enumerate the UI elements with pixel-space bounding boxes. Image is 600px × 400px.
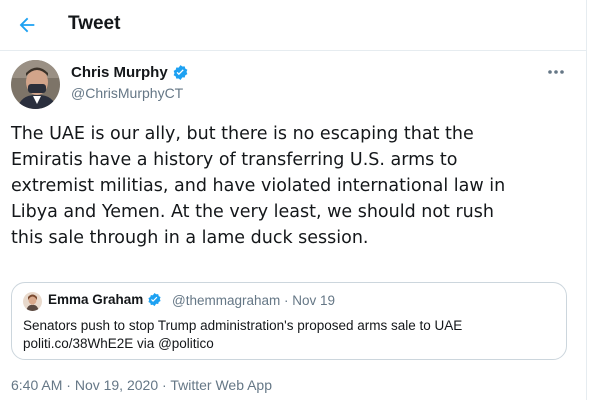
profile-photo — [11, 60, 60, 109]
author-name[interactable]: Chris Murphy — [71, 64, 189, 81]
verified-badge-icon — [147, 292, 162, 307]
quote-author-handle: @themmagraham — [172, 293, 281, 308]
page-title: Tweet — [68, 13, 121, 34]
tweet-text-line: this sale through in a lame duck session… — [11, 228, 369, 248]
tweet-text-line: extremist militias, and have violated in… — [11, 176, 506, 196]
ellipsis-icon — [548, 70, 564, 74]
tweet-text-line: Libya and Yemen. At the very least, we s… — [11, 202, 494, 222]
quote-author-name: Emma Graham — [48, 292, 162, 307]
page-header: Tweet — [0, 0, 586, 51]
tweet-text: The UAE is our ally, but there is no esc… — [11, 121, 583, 251]
quote-separator: · — [284, 293, 289, 308]
tweet-time[interactable]: 6:40 AM — [11, 377, 62, 393]
tweet-text-line: Emiratis have a history of transferring … — [11, 150, 458, 170]
author-name-label: Chris Murphy — [71, 64, 168, 81]
tweet-text-line: The UAE is our ally, but there is no esc… — [11, 124, 474, 144]
quote-profile-photo — [23, 292, 42, 311]
meta-separator: · — [66, 377, 71, 393]
author-handle[interactable]: @ChrisMurphyCT — [71, 85, 183, 101]
quote-text-line: Senators push to stop Trump administrati… — [23, 318, 463, 333]
page-margin — [587, 0, 600, 400]
quote-author-name-label: Emma Graham — [48, 292, 144, 307]
quote-meta: @themmagraham · Nov 19 — [172, 293, 335, 308]
quote-date: Nov 19 — [292, 293, 336, 308]
quote-avatar — [23, 292, 42, 311]
tweet-source-app[interactable]: Twitter Web App — [170, 377, 272, 393]
back-button[interactable] — [12, 10, 42, 40]
verified-badge-icon — [172, 64, 189, 81]
arrow-left-icon — [19, 17, 35, 33]
tweet-timestamp: 6:40 AM · Nov 19, 2020 · Twitter Web App — [11, 377, 272, 393]
quoted-tweet-card[interactable]: Emma Graham @themmagraham · Nov 19 Senat… — [11, 282, 567, 360]
meta-separator: · — [162, 377, 167, 393]
more-options-button[interactable] — [543, 62, 569, 82]
quote-text-line: politi.co/38WhE2E via @politico — [23, 336, 214, 351]
quote-text: Senators push to stop Trump administrati… — [23, 317, 559, 353]
tweet-date[interactable]: Nov 19, 2020 — [75, 377, 158, 393]
avatar[interactable] — [11, 60, 60, 109]
